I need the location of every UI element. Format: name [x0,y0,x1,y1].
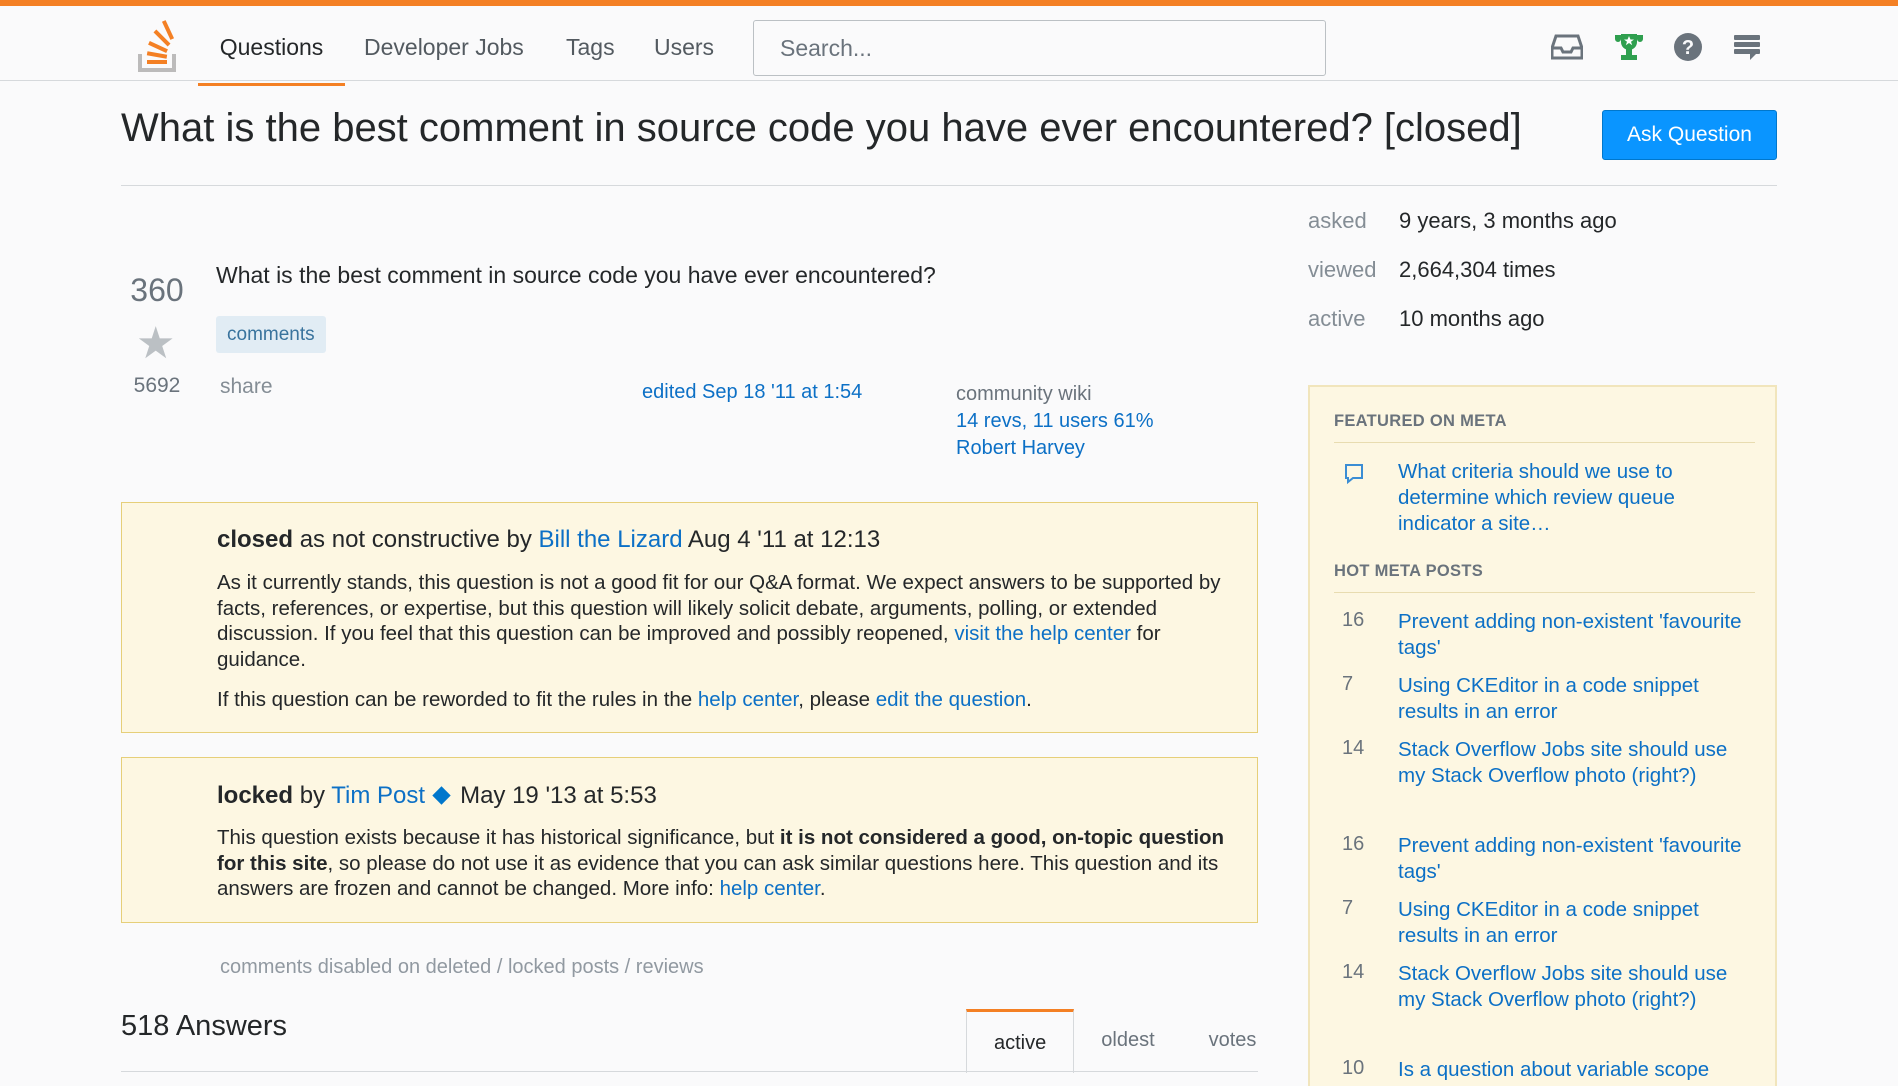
nav-users[interactable]: Users [654,12,714,86]
hot-meta-posts-heading: HOT META POSTS [1334,562,1484,580]
reword-text: If this question can be reworded to fit … [217,688,698,711]
locked-help-center-link[interactable]: help center [720,877,820,900]
viewed-value: 2,664,304 times [1399,257,1556,282]
locked-by-user-link[interactable]: Tim Post [331,782,425,809]
moderator-diamond-icon [432,786,451,805]
help-icon[interactable]: ? [1671,30,1705,64]
comments-disabled-note: comments disabled on deleted / locked po… [220,956,704,978]
help-center-link[interactable]: visit the help center [954,622,1131,645]
share-link[interactable]: share [220,375,273,399]
achievements-icon[interactable] [1612,30,1646,64]
hot-meta-link[interactable]: Using CKEditor in a code snippet results… [1398,897,1748,949]
hot-meta-link[interactable]: Prevent adding non-existent 'favourite t… [1398,609,1748,661]
vote-count: 360 [130,272,184,308]
help-center-link-2[interactable]: help center [698,688,798,711]
closed-date: Aug 4 '11 at 12:13 [682,526,881,553]
locked-notice: locked by Tim Post May 19 '13 at 5:53 Thi… [121,757,1258,923]
featured-meta-link[interactable]: What criteria should we use to determine… [1398,459,1748,537]
locked-notice-text: This question exists because it has hist… [217,825,1233,902]
locked-by: by [293,782,332,809]
tab-oldest[interactable]: oldest [1074,1009,1181,1073]
locked-status: locked [217,782,294,809]
asked-value[interactable]: 9 years, 3 months ago [1399,208,1617,234]
hot-meta-link[interactable]: Stack Overflow Jobs site should use my S… [1398,737,1748,789]
hot-meta-link[interactable]: Using CKEditor in a code snippet results… [1398,673,1748,725]
hot-meta-score: 14 [1342,737,1365,759]
search-input[interactable]: Search... [753,20,1326,76]
divider [121,185,1777,186]
locked-text-mid: , so please do not use it as evidence th… [217,851,1219,901]
hot-meta-score: 16 [1342,833,1365,855]
divider [121,1071,1258,1072]
closed-notice-header: closed as not constructive by Bill the L… [217,526,1233,554]
nav-tags[interactable]: Tags [566,12,615,86]
inbox-icon[interactable] [1550,30,1584,64]
asked-label: asked [1308,208,1367,233]
viewed-label: viewed [1308,257,1377,282]
meta-sidebar-box: FEATURED ON META What criteria should we… [1308,385,1777,1086]
hot-meta-score: 10 [1342,1057,1365,1079]
favorite-count: 5692 [133,374,181,397]
closed-by-user-link[interactable]: Bill the Lizard [538,526,682,553]
answers-count: 518 Answers [121,1010,288,1042]
page-title[interactable]: What is the best comment in source code … [121,106,1522,151]
ask-question-button[interactable]: Ask Question [1602,110,1777,160]
chat-bubble-icon [1344,463,1364,490]
nav-developer-jobs[interactable]: Developer Jobs [364,12,524,86]
nav-questions[interactable]: Questions [198,12,345,86]
edited-link[interactable]: edited Sep 18 '11 at 1:54 [642,381,862,404]
wiki-label: community wiki [956,383,1092,405]
closed-reason: as not constructive by [293,526,539,553]
question-body: What is the best comment in source code … [216,262,936,288]
divider [1334,592,1755,593]
tab-active[interactable]: active [966,1009,1075,1073]
tag-comments[interactable]: comments [216,316,326,353]
active-label: active [1308,306,1366,331]
reword-text-mid: , please [798,688,876,711]
wiki-revisions-link[interactable]: 14 revs, 11 users 61% [956,408,1154,435]
closed-notice: closed as not constructive by Bill the L… [121,502,1258,733]
locked-notice-header: locked by Tim Post May 19 '13 at 5:53 [217,782,1233,810]
answer-sort-tabs: active oldest votes [966,1009,1283,1073]
active-value[interactable]: 10 months ago [1399,306,1545,332]
svg-text:?: ? [1682,37,1694,59]
hot-meta-link[interactable]: Stack Overflow Jobs site should use my S… [1398,961,1748,1013]
edit-question-link[interactable]: edit the question [876,688,1026,711]
stackoverflow-logo-icon[interactable] [136,20,182,74]
locked-text-end: . [819,877,826,900]
featured-on-meta-heading: FEATURED ON META [1334,412,1507,430]
closed-status: closed [217,526,294,553]
hot-meta-link[interactable]: Is a question about variable scope [1398,1057,1748,1083]
favorite-star-icon[interactable]: ★ [136,322,175,366]
top-bar: Questions Developer Jobs Tags Users Sear… [0,0,1898,86]
closed-reword-text: If this question can be reworded to fit … [217,687,1233,713]
locked-text: This question exists because it has hist… [217,826,780,849]
closed-notice-text: As it currently stands, this question is… [217,570,1233,672]
divider [1334,442,1755,443]
hot-meta-score: 14 [1342,961,1365,983]
hot-meta-score: 16 [1342,609,1365,631]
hot-meta-link[interactable]: Prevent adding non-existent 'favourite t… [1398,833,1748,885]
wiki-user-link[interactable]: Robert Harvey [956,435,1154,462]
locked-date: May 19 '13 at 5:53 [460,782,657,809]
site-switcher-icon[interactable] [1730,30,1764,64]
reword-text-end: . [1026,688,1032,711]
hot-meta-score: 7 [1342,897,1354,919]
tab-votes[interactable]: votes [1182,1009,1284,1073]
community-wiki-info: community wiki 14 revs, 11 users 61% Rob… [956,381,1154,462]
hot-meta-score: 7 [1342,673,1354,695]
